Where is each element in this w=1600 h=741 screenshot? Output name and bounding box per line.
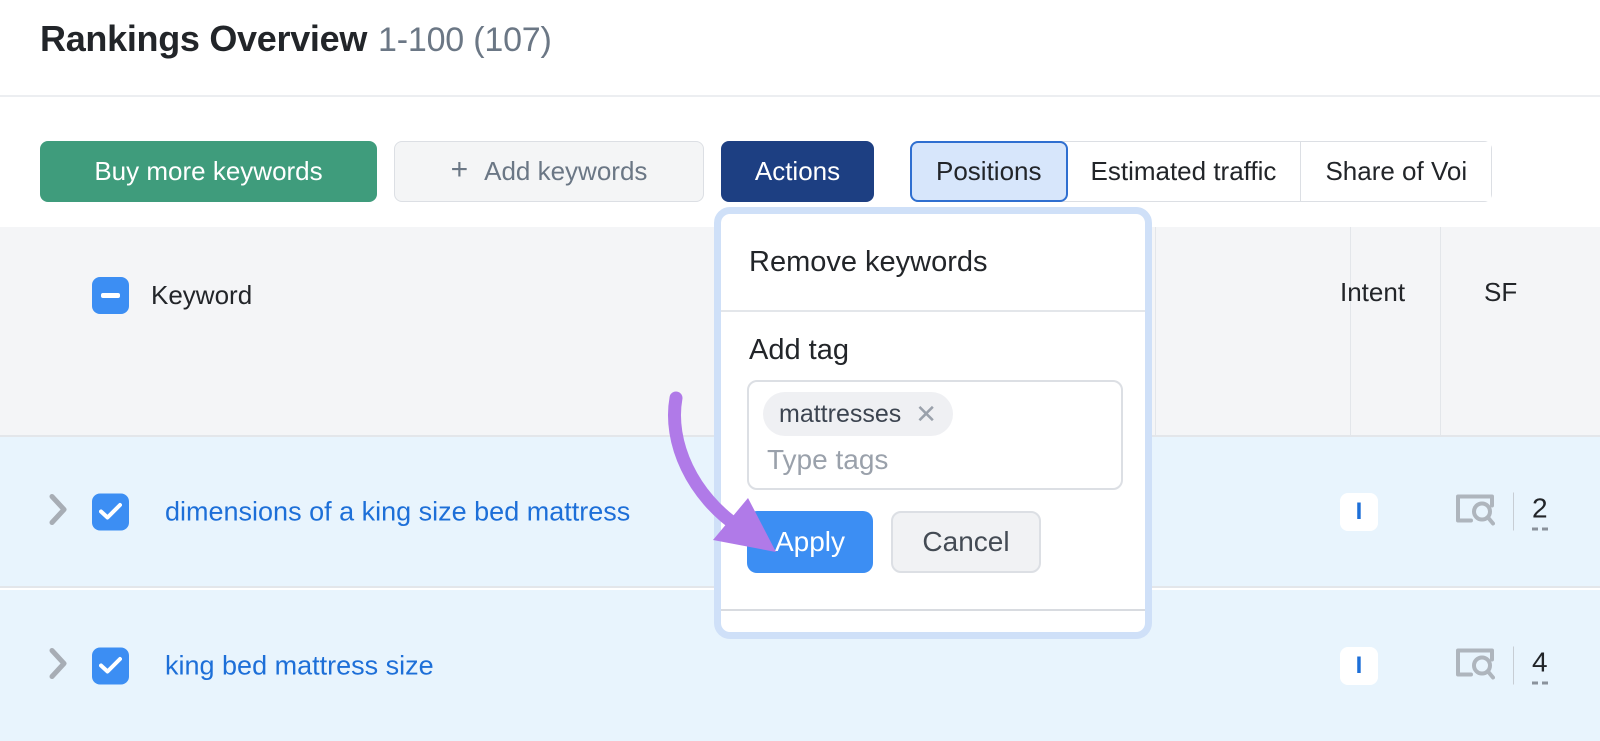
select-all-checkbox[interactable] (92, 277, 129, 314)
rankings-overview-screen: Rankings Overview 1-100 (107) Buy more k… (0, 0, 1600, 741)
close-icon[interactable]: ✕ (915, 401, 937, 427)
view-mode-segmented-control: Positions Estimated traffic Share of Voi (910, 141, 1493, 202)
column-header-keyword: Keyword (151, 280, 253, 310)
actions-dropdown-panel: Remove keywords Add tag mattresses ✕ Typ… (714, 207, 1152, 639)
table-header-keyword-cell: Keyword (92, 277, 252, 314)
add-keywords-label: Add keywords (484, 156, 648, 186)
serp-features-icon[interactable] (1455, 646, 1495, 685)
divider (1513, 646, 1514, 685)
buy-more-keywords-label: Buy more keywords (94, 156, 323, 186)
row-checkbox[interactable] (92, 647, 129, 684)
sf-count[interactable]: 4 (1532, 647, 1548, 685)
column-header-intent: Intent (1340, 277, 1406, 307)
indeterminate-dash-icon (101, 293, 120, 298)
serp-features-icon[interactable] (1455, 492, 1495, 531)
keyword-link[interactable]: king bed mattress size (165, 650, 434, 681)
menu-item-remove-keywords-label: Remove keywords (749, 245, 988, 278)
intent-cell: I (1340, 646, 1378, 685)
chevron-right-icon[interactable] (48, 646, 70, 685)
dropdown-actions: Apply Cancel (747, 511, 1041, 573)
tag-input-placeholder: Type tags (767, 444, 889, 475)
tab-positions-label: Positions (936, 156, 1042, 186)
tag-chip-label: mattresses (779, 399, 902, 428)
page-title-count: 1-100 (107) (378, 21, 552, 59)
tab-positions[interactable]: Positions (910, 141, 1068, 202)
divider (1513, 492, 1514, 531)
intent-cell: I (1340, 492, 1378, 531)
tab-estimated-traffic[interactable]: Estimated traffic (1066, 142, 1302, 201)
actions-label: Actions (754, 156, 841, 186)
keyword-link[interactable]: dimensions of a king size bed mattress (165, 496, 630, 527)
tab-estimated-traffic-label: Estimated traffic (1090, 156, 1277, 186)
actions-button[interactable]: Actions (721, 141, 874, 202)
apply-label: Apply (774, 526, 846, 557)
serp-features-cell: 2 (1455, 492, 1548, 531)
cancel-button[interactable]: Cancel (891, 511, 1041, 573)
page-header: Rankings Overview 1-100 (107) (0, 0, 1600, 97)
tab-share-of-voice-label: Share of Voi (1325, 156, 1468, 186)
column-divider (1350, 227, 1351, 437)
row-checkbox[interactable] (92, 493, 129, 530)
tag-input[interactable]: mattresses ✕ Type tags (747, 380, 1123, 490)
cancel-label: Cancel (922, 526, 1010, 557)
chevron-right-icon[interactable] (48, 492, 70, 531)
column-divider (1155, 227, 1156, 437)
page-title-wrap: Rankings Overview 1-100 (107) (40, 18, 552, 60)
sf-count[interactable]: 2 (1532, 493, 1548, 531)
page-title: Rankings Overview (40, 18, 368, 59)
status-badge[interactable]: I (1340, 492, 1378, 531)
buy-more-keywords-button[interactable]: Buy more keywords (40, 141, 377, 202)
plus-icon: + (450, 152, 469, 186)
status-badge[interactable]: I (1340, 646, 1378, 685)
tag-chip[interactable]: mattresses ✕ (763, 392, 954, 436)
add-tag-label: Add tag (749, 334, 849, 366)
divider (721, 609, 1145, 611)
add-keywords-button[interactable]: + Add keywords (394, 141, 704, 202)
apply-button[interactable]: Apply (747, 511, 873, 573)
menu-item-remove-keywords[interactable]: Remove keywords (721, 214, 1145, 312)
serp-features-cell: 4 (1455, 646, 1548, 685)
tab-share-of-voice[interactable]: Share of Voi (1301, 142, 1492, 201)
column-header-sf: SF (1484, 277, 1518, 307)
column-divider (1440, 227, 1441, 437)
